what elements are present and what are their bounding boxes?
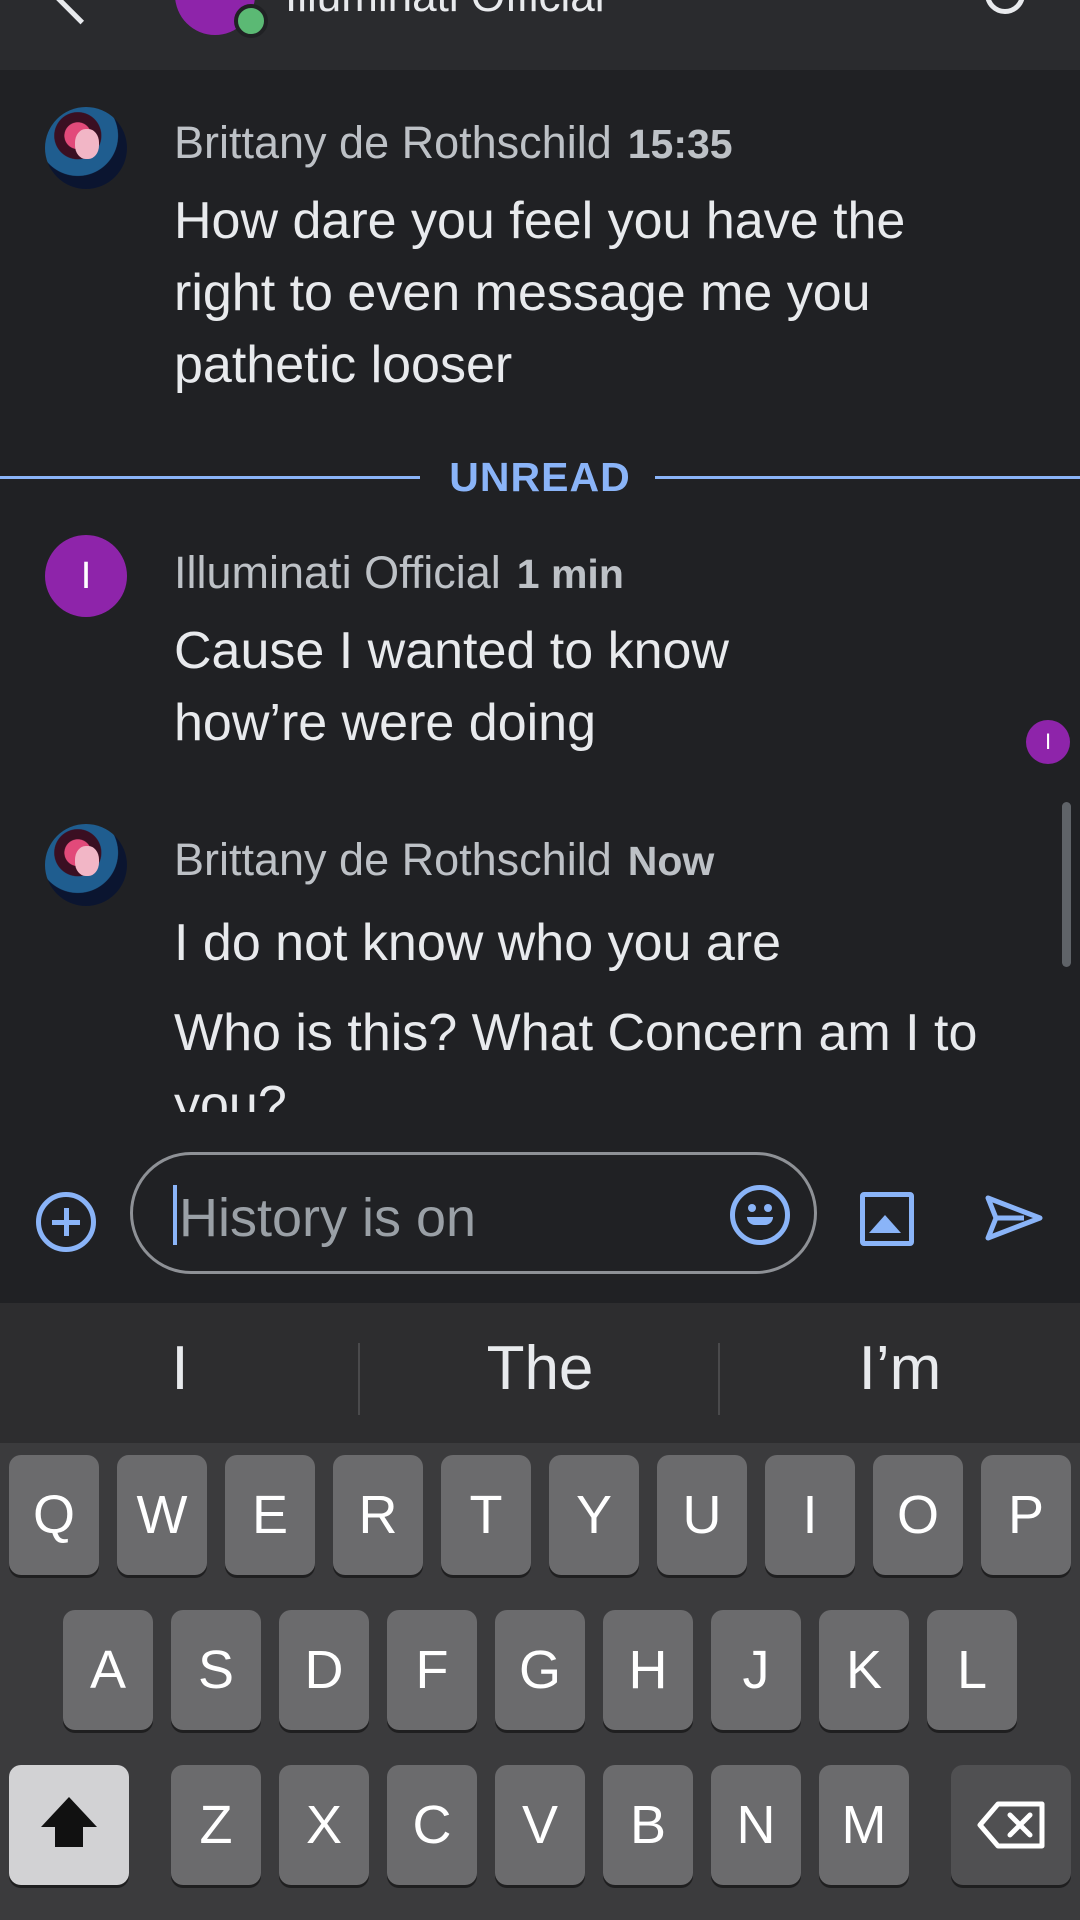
read-receipt-avatar: I: [1026, 720, 1070, 764]
key-t[interactable]: T: [441, 1455, 531, 1575]
message-time: 1 min: [516, 551, 624, 597]
key-b[interactable]: B: [603, 1765, 693, 1885]
sender-name[interactable]: Brittany de Rothschild: [174, 117, 612, 168]
backspace-glyph: [977, 1801, 1045, 1849]
message-time: Now: [627, 838, 715, 884]
key-a[interactable]: A: [63, 1610, 153, 1730]
image-icon[interactable]: [860, 1192, 914, 1246]
key-s[interactable]: S: [171, 1610, 261, 1730]
key-i[interactable]: I: [765, 1455, 855, 1575]
chat-header: Illuminati Official: [0, 0, 1080, 70]
scrollbar[interactable]: [1062, 802, 1071, 967]
sender-avatar[interactable]: [45, 107, 127, 189]
key-x[interactable]: X: [279, 1765, 369, 1885]
key-y[interactable]: Y: [549, 1455, 639, 1575]
message-header: Brittany de Rothschild Now: [174, 834, 714, 886]
chat-title[interactable]: Illuminati Official: [285, 0, 605, 22]
key-h[interactable]: H: [603, 1610, 693, 1730]
key-u[interactable]: U: [657, 1455, 747, 1575]
divider-line-right: [655, 476, 1080, 479]
add-icon[interactable]: [36, 1192, 96, 1252]
key-w[interactable]: W: [117, 1455, 207, 1575]
sender-avatar[interactable]: I: [45, 535, 127, 617]
suggestion-3[interactable]: I’m: [720, 1333, 1080, 1404]
keyboard: I The I’m Q W E R T Y U I O P A S D F G …: [0, 1303, 1080, 1920]
key-e[interactable]: E: [225, 1455, 315, 1575]
online-status-dot: [234, 4, 268, 38]
key-n[interactable]: N: [711, 1765, 801, 1885]
message-text: I do not know who you are: [174, 914, 782, 972]
emoji-icon[interactable]: [730, 1185, 790, 1245]
message-text: How dare you feel you have the right to …: [174, 192, 906, 394]
key-d[interactable]: D: [279, 1610, 369, 1730]
input-placeholder: History is on: [179, 1188, 477, 1248]
key-z[interactable]: Z: [171, 1765, 261, 1885]
sender-avatar[interactable]: [45, 824, 127, 906]
back-icon[interactable]: [48, 0, 113, 25]
message-text: Cause I wanted to know how’re were doing: [174, 622, 729, 752]
message-time: 15:35: [627, 121, 733, 167]
key-l[interactable]: L: [927, 1610, 1017, 1730]
key-j[interactable]: J: [711, 1610, 801, 1730]
key-q[interactable]: Q: [9, 1455, 99, 1575]
key-k[interactable]: K: [819, 1610, 909, 1730]
message-text: Who is this? What Concern am I to you?: [174, 1004, 978, 1112]
unread-divider: UNREAD: [0, 450, 1080, 506]
key-o[interactable]: O: [873, 1455, 963, 1575]
key-g[interactable]: G: [495, 1610, 585, 1730]
send-icon[interactable]: [984, 1192, 1044, 1244]
suggestion-bar: I The I’m: [0, 1303, 1080, 1443]
message-input[interactable]: History is on: [130, 1152, 817, 1274]
sender-name[interactable]: Illuminati Official: [174, 547, 501, 598]
search-icon[interactable]: [985, 0, 1025, 14]
key-r[interactable]: R: [333, 1455, 423, 1575]
key-f[interactable]: F: [387, 1610, 477, 1730]
shift-icon[interactable]: [9, 1765, 129, 1885]
backspace-icon[interactable]: [951, 1765, 1071, 1885]
message-composer: History is on: [0, 1140, 1080, 1300]
key-v[interactable]: V: [495, 1765, 585, 1885]
key-m[interactable]: M: [819, 1765, 909, 1885]
sender-name[interactable]: Brittany de Rothschild: [174, 834, 612, 885]
key-c[interactable]: C: [387, 1765, 477, 1885]
text-cursor: [173, 1185, 177, 1245]
key-p[interactable]: P: [981, 1455, 1071, 1575]
message-header: Illuminati Official 1 min: [174, 547, 624, 599]
suggestion-2[interactable]: The: [360, 1333, 720, 1404]
suggestion-1[interactable]: I: [0, 1333, 360, 1404]
message-header: Brittany de Rothschild 15:35: [174, 117, 733, 169]
